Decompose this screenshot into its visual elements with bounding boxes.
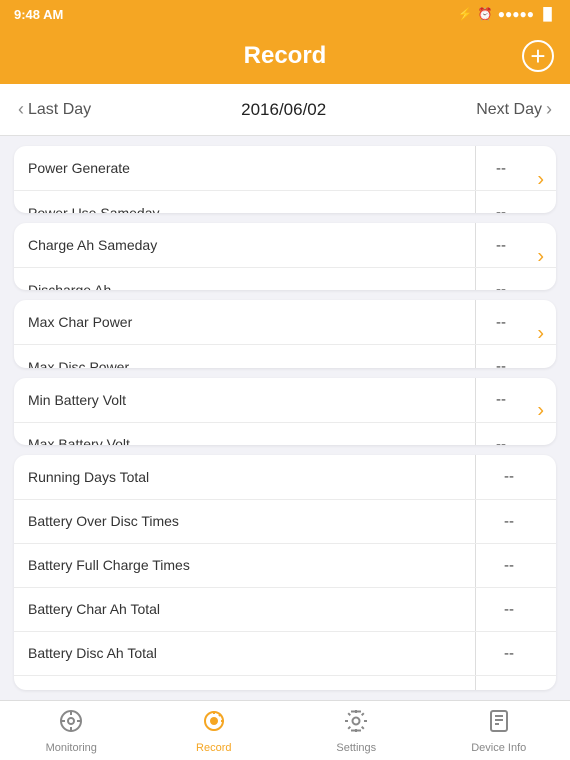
tab-record-label: Record — [196, 742, 231, 754]
row-label: Battery Over Disc Times — [14, 500, 476, 543]
add-button[interactable]: + — [522, 40, 554, 72]
status-bar: 9:48 AM ⚡ ⏰ ●●●●● ▐▌ — [0, 0, 570, 28]
tab-device-info[interactable]: Device Info — [428, 701, 570, 760]
chevron-right-icon: › — [537, 245, 544, 268]
row-label: Min Battery Volt — [14, 378, 476, 422]
row-label: Power Use Sameday — [14, 191, 476, 213]
row-value: -- — [476, 544, 556, 587]
header: Record + — [0, 28, 570, 84]
row-label: Generation Amount — [14, 676, 476, 690]
monitoring-icon — [58, 708, 84, 739]
tab-bar: Monitoring Record Settings — [0, 700, 570, 760]
record-icon — [201, 708, 227, 739]
battery-icon: ▐▌ — [539, 7, 556, 21]
table-row: Power Generate-- — [14, 146, 556, 190]
row-value: -- — [476, 146, 556, 190]
settings-icon — [343, 708, 369, 739]
status-icons: ⚡ ⏰ ●●●●● ▐▌ — [458, 7, 556, 21]
row-label: Max Battery Volt — [14, 423, 476, 445]
row-value: -- — [476, 300, 556, 344]
row-label: Battery Disc Ah Total — [14, 632, 476, 675]
row-label: Charge Ah Sameday — [14, 223, 476, 267]
tab-monitoring[interactable]: Monitoring — [0, 701, 143, 760]
table-row: Charge Ah Sameday-- — [14, 223, 556, 267]
chevron-right-icon: › — [537, 168, 544, 191]
table-row: Battery Disc Ah Total-- — [14, 631, 556, 675]
card-card5: Running Days Total--Battery Over Disc Ti… — [14, 455, 556, 690]
row-value: -- — [476, 345, 556, 367]
next-day-label[interactable]: Next Day — [476, 101, 542, 119]
content-area: Power Generate--Power Use Sameday--›Char… — [0, 136, 570, 700]
row-value: -- — [476, 191, 556, 213]
table-row: Discharge Ah-- — [14, 267, 556, 290]
status-time: 9:48 AM — [14, 7, 63, 22]
next-day-nav[interactable]: Next Day › — [476, 99, 552, 120]
chevron-right-icon: › — [537, 400, 544, 423]
row-value: -- — [476, 588, 556, 631]
table-row: Max Char Power-- — [14, 300, 556, 344]
right-arrow-icon: › — [546, 99, 552, 120]
row-label: Discharge Ah — [14, 268, 476, 290]
page-title: Record — [244, 42, 327, 70]
row-label: Running Days Total — [14, 455, 476, 499]
table-row: Battery Over Disc Times-- — [14, 499, 556, 543]
table-row: Generation Amount-- — [14, 675, 556, 690]
table-row: Battery Char Ah Total-- — [14, 587, 556, 631]
alarm-icon: ⏰ — [478, 7, 493, 21]
signal-bars: ●●●●● — [498, 7, 534, 21]
left-arrow-icon: ‹ — [18, 99, 24, 120]
tab-record[interactable]: Record — [143, 701, 286, 760]
card-card3[interactable]: Max Char Power--Max Disc Power--› — [14, 300, 556, 367]
table-row: Battery Full Charge Times-- — [14, 543, 556, 587]
last-day-nav[interactable]: ‹ Last Day — [18, 99, 91, 120]
row-value: -- — [476, 500, 556, 543]
row-value: -- — [476, 223, 556, 267]
device-info-icon — [486, 708, 512, 739]
row-value: -- — [476, 268, 556, 290]
row-label: Max Char Power — [14, 300, 476, 344]
row-value: -- — [476, 632, 556, 675]
row-label: Battery Char Ah Total — [14, 588, 476, 631]
date-nav: ‹ Last Day 2016/06/02 Next Day › — [0, 84, 570, 136]
row-label: Max Disc Power — [14, 345, 476, 367]
current-date: 2016/06/02 — [241, 100, 326, 120]
card-card1[interactable]: Power Generate--Power Use Sameday--› — [14, 146, 556, 213]
table-row: Running Days Total-- — [14, 455, 556, 499]
table-row: Max Battery Volt-- — [14, 422, 556, 445]
last-day-label[interactable]: Last Day — [28, 101, 91, 119]
table-row: Max Disc Power-- — [14, 344, 556, 367]
tab-monitoring-label: Monitoring — [46, 742, 97, 754]
tab-settings-label: Settings — [336, 742, 376, 754]
row-value: -- — [476, 676, 556, 690]
card-card4[interactable]: Min Battery Volt--Max Battery Volt--› — [14, 378, 556, 445]
card-card2[interactable]: Charge Ah Sameday--Discharge Ah--› — [14, 223, 556, 290]
row-value: -- — [476, 455, 556, 499]
tab-settings[interactable]: Settings — [285, 701, 428, 760]
row-label: Battery Full Charge Times — [14, 544, 476, 587]
table-row: Power Use Sameday-- — [14, 190, 556, 213]
row-value: -- — [476, 378, 556, 422]
row-label: Power Generate — [14, 146, 476, 190]
row-value: -- — [476, 423, 556, 445]
table-row: Min Battery Volt-- — [14, 378, 556, 422]
tab-device-info-label: Device Info — [471, 742, 526, 754]
chevron-right-icon: › — [537, 323, 544, 346]
bluetooth-icon: ⚡ — [458, 7, 473, 21]
